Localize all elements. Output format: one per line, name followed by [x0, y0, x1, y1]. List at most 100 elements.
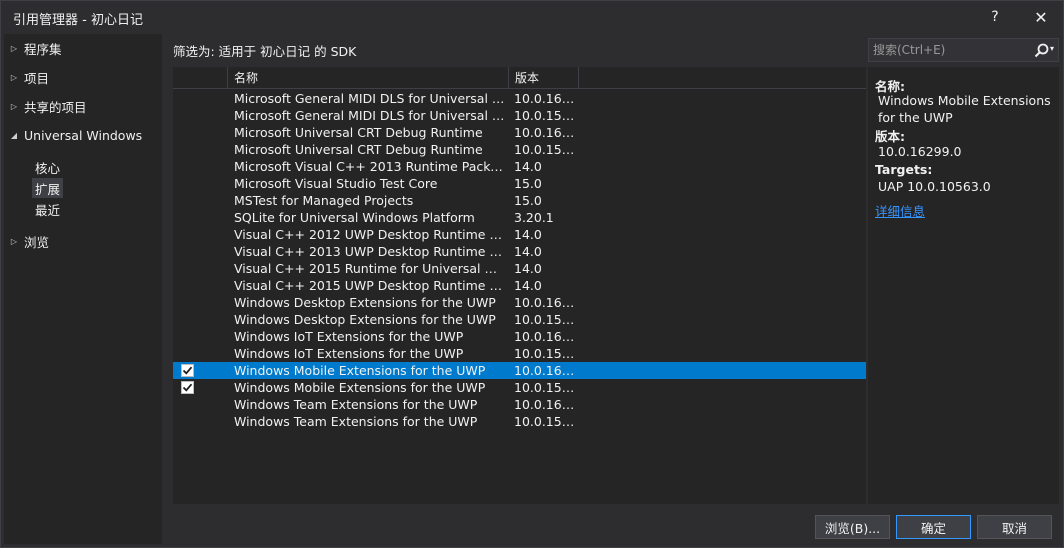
- table-row[interactable]: Windows Desktop Extensions for the UWP 10…: [173, 294, 866, 311]
- expand-arrow-icon: ▷: [10, 72, 18, 82]
- row-name: Microsoft Universal CRT Debug Runtime: [234, 125, 483, 140]
- row-version: 14.0: [514, 159, 542, 174]
- row-version: 3.20.1: [514, 210, 554, 225]
- nav-sub-item-extensions[interactable]: 扩展: [32, 178, 64, 198]
- nav-item-browse[interactable]: ▷ 浏览: [4, 231, 162, 251]
- search-dropdown-icon[interactable]: ▾: [1050, 44, 1054, 53]
- table-row[interactable]: Visual C++ 2015 UWP Desktop Runtime for …: [173, 277, 866, 294]
- row-version: 10.0.15063.0: [514, 414, 576, 429]
- row-version: 15.0: [514, 176, 542, 191]
- table-row[interactable]: Visual C++ 2012 UWP Desktop Runtime for …: [173, 226, 866, 243]
- reference-manager-window: 引用管理器 - 初心日记 ? ✕ ▷ 程序集 ▷ 项目 ▷ 共享的项目 ◢ Un…: [0, 0, 1064, 548]
- help-button[interactable]: ?: [975, 1, 1015, 33]
- expand-arrow-icon: ▷: [10, 101, 18, 111]
- row-name: Microsoft General MIDI DLS for Universal…: [234, 91, 506, 106]
- left-nav: ▷ 程序集 ▷ 项目 ▷ 共享的项目 ◢ Universal Windows 核…: [4, 34, 162, 544]
- collapse-arrow-icon: ◢: [10, 130, 18, 140]
- detail-targets-label: Targets:: [875, 162, 933, 177]
- table-row[interactable]: Windows Mobile Extensions for the UWP 10.…: [173, 362, 866, 379]
- title-bar: 引用管理器 - 初心日记 ? ✕: [1, 1, 1063, 33]
- row-name: Windows Desktop Extensions for the UWP: [234, 295, 496, 310]
- nav-item-label: 项目: [24, 70, 50, 86]
- nav-item-assemblies[interactable]: ▷ 程序集: [4, 38, 162, 58]
- row-version: 10.0.16299.0: [514, 91, 576, 106]
- table-row[interactable]: Windows IoT Extensions for the UWP 10.0.1…: [173, 345, 866, 362]
- nav-sub-item-core[interactable]: 核心: [32, 157, 63, 177]
- nav-item-projects[interactable]: ▷ 项目: [4, 67, 162, 87]
- nav-sub-item-recent[interactable]: 最近: [32, 199, 63, 219]
- table-row[interactable]: Microsoft Universal CRT Debug Runtime 10.…: [173, 124, 866, 141]
- table-row[interactable]: Windows Team Extensions for the UWP 10.0.…: [173, 396, 866, 413]
- row-version: 10.0.16299.0: [514, 329, 576, 344]
- column-separator[interactable]: [578, 67, 579, 89]
- row-version: 15.0: [514, 193, 542, 208]
- cancel-button[interactable]: 取消: [977, 515, 1052, 539]
- table-row[interactable]: Windows Team Extensions for the UWP 10.0.…: [173, 413, 866, 430]
- row-name: Visual C++ 2015 Runtime for Universal Wi…: [234, 261, 506, 276]
- row-name: Windows Team Extensions for the UWP: [234, 397, 478, 412]
- row-checkbox[interactable]: [181, 381, 194, 394]
- table-row[interactable]: Microsoft Visual Studio Test Core 15.0: [173, 175, 866, 192]
- row-version: 14.0: [514, 278, 542, 293]
- column-header-name[interactable]: 名称: [228, 67, 258, 89]
- row-name: SQLite for Universal Windows Platform: [234, 210, 475, 225]
- table-row[interactable]: Microsoft General MIDI DLS for Universal…: [173, 90, 866, 107]
- row-version: 10.0.16299.0: [514, 363, 576, 378]
- row-name: Windows Team Extensions for the UWP: [234, 414, 478, 429]
- row-version: 10.0.16299.0: [514, 295, 576, 310]
- row-name: Visual C++ 2012 UWP Desktop Runtime for …: [234, 227, 506, 242]
- checkmark-icon: [182, 383, 193, 392]
- table-row[interactable]: SQLite for Universal Windows Platform 3.2…: [173, 209, 866, 226]
- row-name: Microsoft Visual Studio Test Core: [234, 176, 438, 191]
- nav-item-label: 共享的项目: [24, 99, 87, 115]
- close-button[interactable]: ✕: [1021, 1, 1061, 33]
- row-name: Windows Mobile Extensions for the UWP: [234, 363, 486, 378]
- detail-version-value: 10.0.16299.0: [878, 144, 962, 159]
- table-row[interactable]: Visual C++ 2013 UWP Desktop Runtime for …: [173, 243, 866, 260]
- row-version: 10.0.16299.0: [514, 397, 576, 412]
- table-row[interactable]: Visual C++ 2015 Runtime for Universal Wi…: [173, 260, 866, 277]
- filter-label: 筛选为: 适用于 初心日记 的 SDK: [173, 44, 357, 59]
- row-version: 10.0.15063.0: [514, 312, 576, 327]
- nav-item-label: 程序集: [24, 41, 62, 57]
- row-version: 10.0.15063.0: [514, 380, 576, 395]
- window-title: 引用管理器 - 初心日记: [13, 13, 143, 28]
- nav-item-universal-windows[interactable]: ◢ Universal Windows: [4, 125, 162, 145]
- more-info-link[interactable]: 详细信息: [875, 201, 925, 220]
- row-name: Microsoft Visual C++ 2013 Runtime Packag…: [234, 159, 506, 174]
- browse-button[interactable]: 浏览(B)...: [815, 515, 890, 539]
- row-version: 14.0: [514, 261, 542, 276]
- row-name: Windows IoT Extensions for the UWP: [234, 346, 464, 361]
- ok-button[interactable]: 确定: [896, 515, 971, 539]
- table-row[interactable]: MSTest for Managed Projects 15.0: [173, 192, 866, 209]
- column-header-version[interactable]: 版本: [509, 67, 539, 89]
- list-header: 名称 版本: [173, 67, 866, 89]
- table-row[interactable]: Windows Desktop Extensions for the UWP 10…: [173, 311, 866, 328]
- checkmark-icon: [182, 366, 193, 375]
- table-row[interactable]: Windows Mobile Extensions for the UWP 10.…: [173, 379, 866, 396]
- row-version: 10.0.15063.0: [514, 108, 576, 123]
- search-icon[interactable]: [1033, 42, 1051, 60]
- row-name: Windows Desktop Extensions for the UWP: [234, 312, 496, 327]
- table-row[interactable]: Microsoft General MIDI DLS for Universal…: [173, 107, 866, 124]
- row-version: 14.0: [514, 227, 542, 242]
- row-version: 10.0.15063.0: [514, 142, 576, 157]
- row-name: Microsoft Universal CRT Debug Runtime: [234, 142, 483, 157]
- row-name: Windows Mobile Extensions for the UWP: [234, 380, 486, 395]
- nav-item-shared-projects[interactable]: ▷ 共享的项目: [4, 96, 162, 116]
- search-box[interactable]: ▾: [868, 38, 1059, 62]
- table-row[interactable]: Windows IoT Extensions for the UWP 10.0.1…: [173, 328, 866, 345]
- detail-name-value: Windows Mobile Extensions for the UWP: [878, 93, 1051, 125]
- nav-item-label: 浏览: [24, 234, 50, 250]
- row-checkbox[interactable]: [181, 364, 194, 377]
- table-row[interactable]: Microsoft Visual C++ 2013 Runtime Packag…: [173, 158, 866, 175]
- row-name: Microsoft General MIDI DLS for Universal…: [234, 108, 506, 123]
- expand-arrow-icon: ▷: [10, 236, 18, 246]
- row-name: MSTest for Managed Projects: [234, 193, 414, 208]
- details-panel: 名称: Windows Mobile Extensions for the UW…: [868, 67, 1059, 504]
- sdk-list: 名称 版本 Microsoft General MIDI DLS for Uni…: [173, 67, 866, 504]
- row-version: 10.0.16299.0: [514, 125, 576, 140]
- table-row[interactable]: Microsoft Universal CRT Debug Runtime 10.…: [173, 141, 866, 158]
- nav-item-label: Universal Windows: [24, 127, 143, 143]
- search-input[interactable]: [873, 41, 1023, 59]
